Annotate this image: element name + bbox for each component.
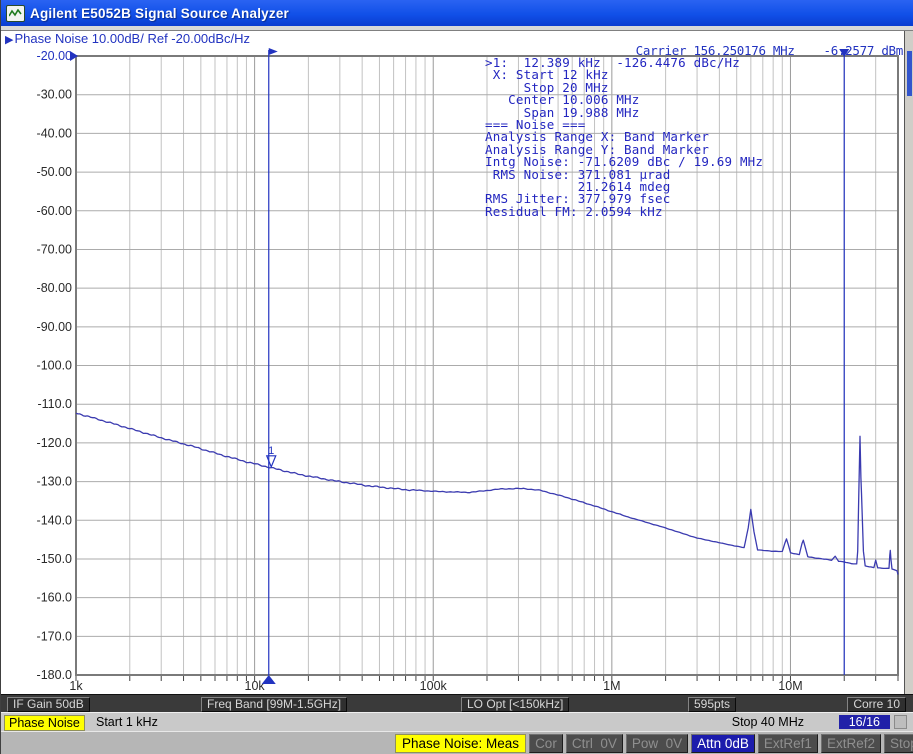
analysis-info-panel: >1: 12.389 kHz -126.4476 dBc/Hz X: Start… bbox=[485, 57, 763, 218]
trace-select-icon: ▶ bbox=[5, 34, 13, 46]
x-tick-label: 100k bbox=[420, 679, 448, 693]
y-tick-label: -120.0 bbox=[37, 436, 72, 450]
status-extref1: ExtRef1 bbox=[758, 734, 818, 753]
frame-indicator bbox=[907, 51, 912, 96]
y-tick-label: -90.00 bbox=[37, 320, 72, 334]
sweep-stop-label: Stop 40 MHz bbox=[732, 715, 804, 730]
x-tick-label: 1M bbox=[603, 679, 620, 693]
status-ctrl: Ctrl 0V bbox=[566, 734, 623, 753]
if-gain-status: IF Gain 50dB bbox=[7, 697, 90, 712]
y-tick-label: -80.00 bbox=[37, 281, 72, 295]
freq-band-status: Freq Band [99M-1.5GHz] bbox=[201, 697, 347, 712]
y-tick-label: -130.0 bbox=[37, 475, 72, 489]
y-tick-label: -170.0 bbox=[37, 629, 72, 643]
status-extref2: ExtRef2 bbox=[821, 734, 881, 753]
correction-status: Corre 10 bbox=[847, 697, 906, 712]
y-tick-label: -160.0 bbox=[37, 591, 72, 605]
marker1-arrow-icon[interactable] bbox=[267, 456, 276, 467]
band-start-flag-icon[interactable] bbox=[269, 48, 278, 55]
status-cor: Cor bbox=[529, 734, 563, 753]
measurement-mode-badge[interactable]: Phase Noise bbox=[4, 715, 85, 731]
sweep-start-label: Start 1 kHz bbox=[96, 715, 158, 730]
status-end-box bbox=[894, 715, 907, 729]
y-tick-label: -70.00 bbox=[37, 242, 72, 256]
x-tick-label: 10M bbox=[778, 679, 802, 693]
residual-fm: Residual FM: 2.0594 kHz bbox=[485, 206, 763, 218]
y-tick-label: -40.00 bbox=[37, 126, 72, 140]
marker1-label: 1 bbox=[268, 445, 274, 457]
instrument-status-bar: Phase Noise: Meas Cor Ctrl 0V Pow 0V Att… bbox=[1, 731, 913, 754]
average-counter: 16/16 bbox=[839, 715, 890, 729]
window-right-frame bbox=[904, 31, 913, 694]
y-tick-label: -140.0 bbox=[37, 513, 72, 527]
x-tick-label: 1k bbox=[69, 679, 83, 693]
scale-label: Phase Noise 10.00dB/ Ref -20.00dBc/Hz bbox=[14, 31, 250, 46]
status-attn: Attn 0dB bbox=[691, 734, 755, 753]
status-stop: Stop bbox=[884, 734, 913, 753]
trace-scale-header: ▶Phase Noise 10.00dB/ Ref -20.00dBc/Hz bbox=[5, 31, 250, 46]
y-tick-label: -150.0 bbox=[37, 552, 72, 566]
lo-opt-status: LO Opt [<150kHz] bbox=[461, 697, 569, 712]
y-tick-label: -50.00 bbox=[37, 165, 72, 179]
x-tick-label: 10k bbox=[245, 679, 266, 693]
points-status: 595pts bbox=[688, 697, 736, 712]
status-pow: Pow 0V bbox=[626, 734, 688, 753]
y-tick-label: -110.0 bbox=[37, 397, 72, 411]
meas-status-badge[interactable]: Phase Noise: Meas bbox=[395, 734, 526, 753]
y-tick-label: -20.00 bbox=[37, 49, 72, 63]
y-tick-label: -60.00 bbox=[37, 204, 72, 218]
instrument-status-row: Phase Noise: Meas Cor Ctrl 0V Pow 0V Att… bbox=[395, 734, 913, 753]
hw-status-bar: IF Gain 50dB Freq Band [99M-1.5GHz] LO O… bbox=[1, 694, 913, 712]
y-tick-label: -30.00 bbox=[37, 88, 72, 102]
sweep-status-bar: Phase Noise Start 1 kHz Stop 40 MHz 16/1… bbox=[1, 712, 913, 731]
phase-noise-chart: -20.00 -30.00 -40.00 -50.00 -60.00 -70.00 -80.… bbox=[1, 0, 913, 754]
analyzer-window: Agilent E5052B Signal Source Analyzer ▶P… bbox=[0, 0, 913, 754]
y-tick-label: -100.0 bbox=[37, 359, 72, 373]
y-tick-label: -180.0 bbox=[37, 668, 72, 682]
